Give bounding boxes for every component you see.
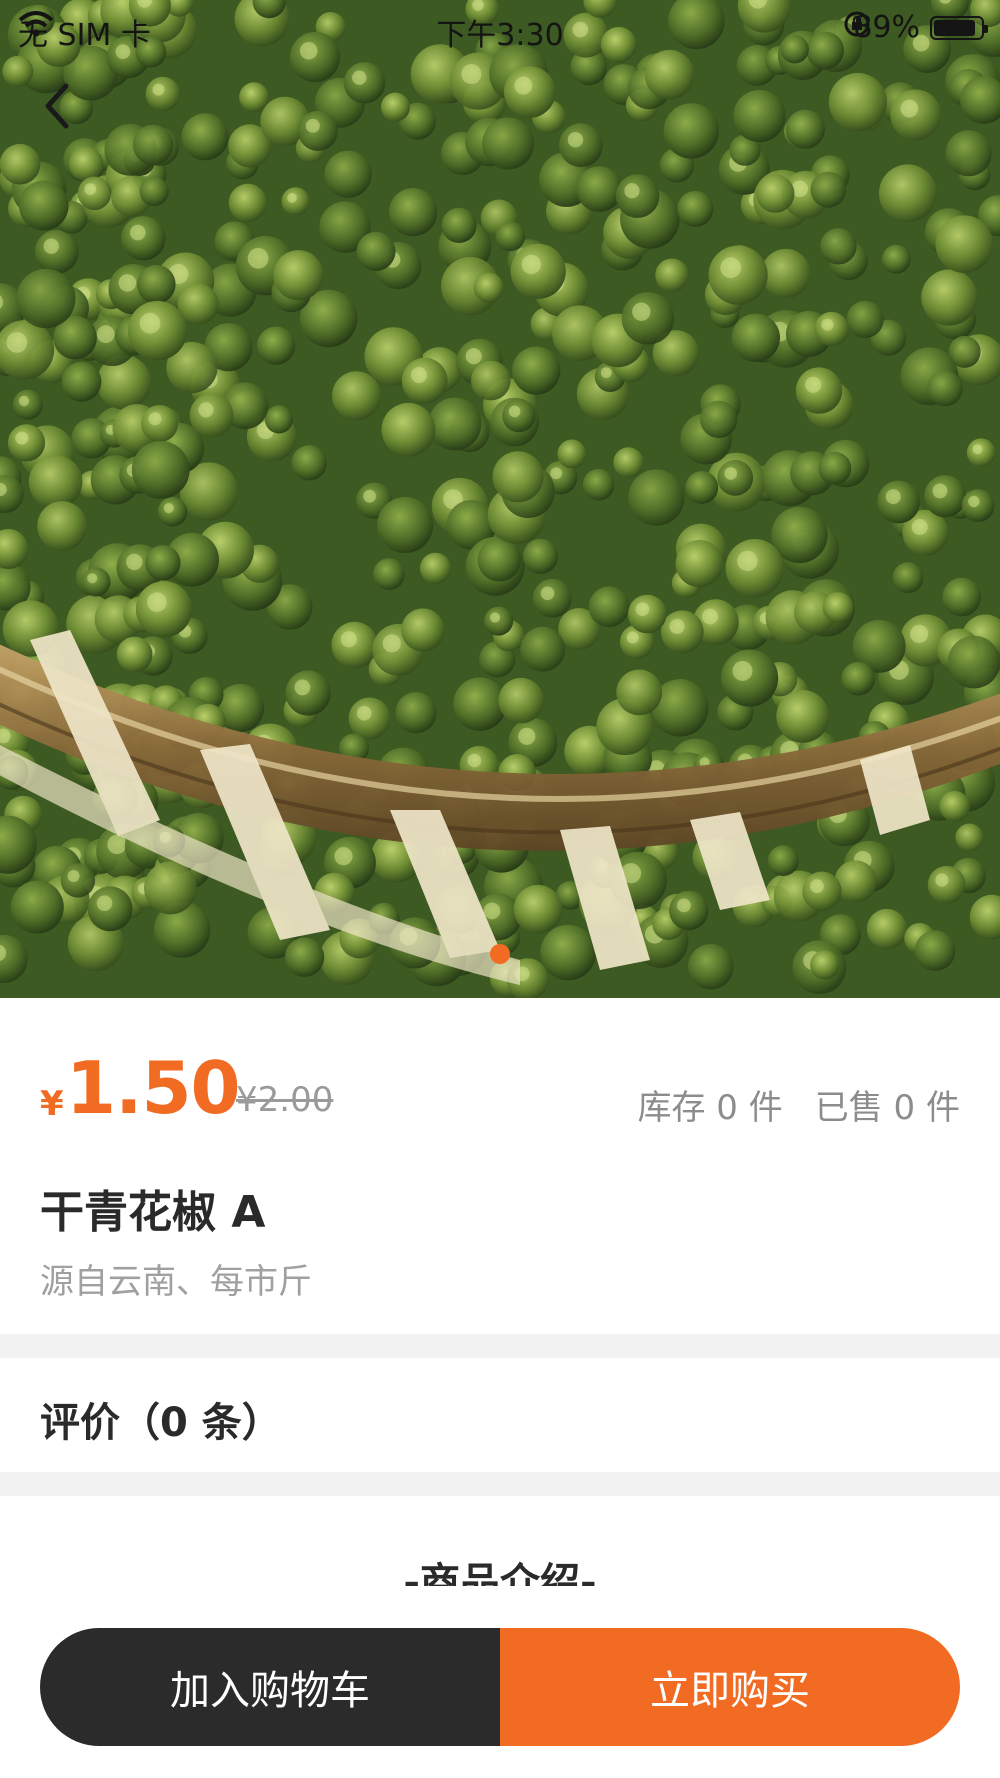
- add-to-cart-button[interactable]: 加入购物车: [40, 1628, 500, 1746]
- buy-now-button[interactable]: 立即购买: [500, 1628, 960, 1746]
- product-info-section: ¥ 1.50 ¥2.00 库存 0 件 已售 0 件 干青花椒 A 源自云南、每…: [0, 998, 1000, 1334]
- status-bar: 无 SIM 卡 下午3:30 89%: [0, 0, 1000, 56]
- action-button-group: 加入购物车 立即购买: [40, 1628, 960, 1746]
- carousel-indicator-dot[interactable]: [490, 944, 510, 964]
- reviews-label: 评价（0 条）: [40, 1400, 282, 1446]
- bottom-action-bar: 加入购物车 立即购买: [0, 1586, 1000, 1778]
- price-row: ¥ 1.50 ¥2.00 库存 0 件 已售 0 件: [40, 1046, 961, 1130]
- product-title: 干青花椒 A: [40, 1187, 266, 1238]
- battery-level: [934, 19, 975, 36]
- chevron-left-icon: [45, 83, 69, 129]
- current-price: 1.50: [66, 1046, 241, 1130]
- stock-sold-info: 库存 0 件 已售 0 件: [638, 1080, 961, 1129]
- original-price: ¥2.00: [236, 1080, 334, 1120]
- product-image-carousel[interactable]: 无 SIM 卡 下午3:30 89%: [0, 0, 1000, 998]
- reviews-row[interactable]: 评价（0 条）: [0, 1358, 1000, 1472]
- currency-symbol: ¥: [40, 1084, 64, 1124]
- sold-count: 已售 0 件: [814, 1088, 960, 1128]
- stock-count: 库存 0 件: [637, 1088, 783, 1128]
- section-divider: [0, 1472, 1000, 1496]
- back-button[interactable]: [42, 82, 94, 142]
- product-detail-page: 无 SIM 卡 下午3:30 89% ¥ 1.50 ¥2.00 库存 0 件 已…: [0, 0, 1000, 1778]
- product-photo: [0, 0, 1000, 998]
- section-divider: [0, 1334, 1000, 1358]
- product-subtitle: 源自云南、每市斤: [40, 1262, 312, 1302]
- battery-icon: [930, 15, 988, 40]
